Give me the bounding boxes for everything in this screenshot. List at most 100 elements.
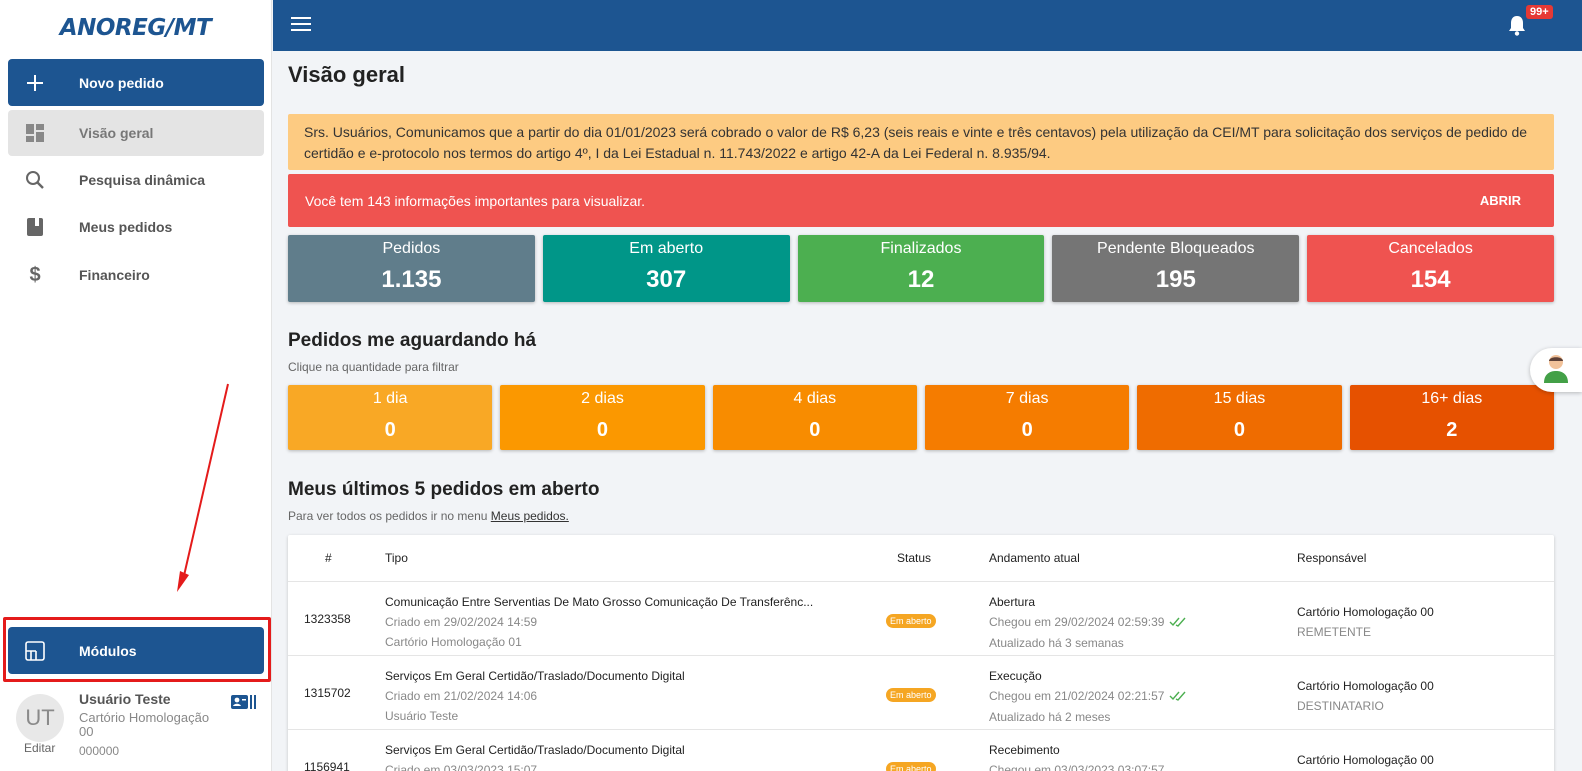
order-id: 1156941 [304,760,350,771]
bucket-value: 0 [596,419,609,441]
hamburger-menu-icon[interactable] [291,16,311,37]
wait-bucket-4-days[interactable]: 4 dias 0 [712,385,917,450]
order-type-cell: Serviços Em Geral Certidão/Traslado/Docu… [385,666,685,726]
order-arrived: Chegou em 29/02/2024 02:59:39 [989,615,1165,629]
table-row[interactable]: 1323358 Comunicação Entre Serventias De … [288,581,1554,655]
recent-section-subtitle: Para ver todos os pedidos ir no menu Meu… [288,509,569,523]
status-badge: Em aberto [886,762,936,771]
user-name: Usuário Teste [79,691,171,707]
stat-value: 154 [1410,266,1451,293]
bucket-label: 2 dias [581,390,624,407]
book-icon [8,217,62,237]
waiting-section-subtitle: Clique na quantidade para filtrar [288,360,459,374]
new-order-button[interactable]: Novo pedido [8,59,264,106]
recent-orders-table: # Tipo Status Andamento atual Responsáve… [288,535,1554,771]
status-badge: Em aberto [886,614,936,628]
col-header-status[interactable]: Status [897,551,931,565]
bucket-value: 0 [809,419,821,441]
stat-label: Cancelados [1388,240,1473,257]
order-creator: Cartório Homologação 01 [385,635,522,649]
order-progress-cell: Execução Chegou em 21/02/2024 02:21:57 A… [989,666,1187,727]
table-row[interactable]: 1315702 Serviços Em Geral Certidão/Trasl… [288,655,1554,729]
order-responsible-cell: Cartório Homologação 00 [1297,750,1434,770]
col-header-type[interactable]: Tipo [385,551,408,565]
sidebar-item-label: Pesquisa dinâmica [79,172,206,188]
user-block: UT Editar Usuário Teste Cartório Homolog… [0,686,272,771]
order-type: Serviços Em Geral Certidão/Traslado/Docu… [385,669,685,683]
stat-label: Pedidos [382,240,441,257]
stat-value: 1.135 [381,266,442,293]
billing-notice: Srs. Usuários, Comunicamos que a partir … [288,114,1554,170]
dashboard-icon [8,123,62,143]
bucket-label: 7 dias [1005,390,1049,407]
wait-bucket-7-days[interactable]: 7 dias 0 [924,385,1130,450]
wait-bucket-16-plus-days[interactable]: 16+ dias 2 [1349,385,1554,450]
order-id: 1315702 [304,686,351,700]
col-header-id[interactable]: # [325,551,332,565]
sidebar-item-label: Visão geral [79,125,154,141]
important-info-alert: Você tem 143 informações importantes par… [288,174,1554,227]
stat-value: 12 [907,266,935,293]
responsible-role: REMETENTE [1297,625,1372,639]
logo: ANOREG/MT [59,15,212,41]
dollar-icon: $ [29,263,41,286]
topbar: 99+ [273,0,1582,51]
stat-value: 195 [1155,266,1196,293]
order-progress-cell: Abertura Chegou em 29/02/2024 02:59:39 A… [989,592,1187,653]
bell-icon[interactable] [1507,14,1527,41]
waiting-buckets: 1 dia 0 2 dias 0 4 dias 0 7 dias 0 15 dias 0 … [288,385,1554,450]
order-id: 1323358 [304,612,351,626]
sidebar-item-finance[interactable]: $ Financeiro [8,252,264,298]
order-created: Criado em 03/03/2023 15:07 [385,763,538,771]
page-title: Visão geral [288,62,405,87]
sidebar-item-my-orders[interactable]: Meus pedidos [8,204,264,250]
bucket-label: 15 dias [1213,390,1266,407]
order-responsible-cell: Cartório Homologação 00 REMETENTE [1297,602,1434,642]
edit-profile-link[interactable]: Editar [24,741,55,755]
open-alert-button[interactable]: ABRIR [1480,193,1521,208]
order-stage: Recebimento [989,743,1060,757]
wait-bucket-1-day[interactable]: 1 dia 0 [288,385,493,450]
order-arrived: Chegou em 03/03/2023 03:07:57 [989,763,1165,771]
sidebar-item-search[interactable]: Pesquisa dinâmica [8,157,264,203]
user-code: 000000 [79,744,120,758]
col-header-responsible[interactable]: Responsável [1297,551,1366,565]
sidebar-item-overview[interactable]: Visão geral [8,110,264,156]
order-updated: Atualizado há 2 meses [989,709,1111,724]
user-org: Cartório Homologação 00 [79,710,210,739]
stat-card-pending-blocked[interactable]: Pendente Bloqueados 195 [1052,235,1300,302]
order-created: Criado em 21/02/2024 14:06 [385,689,538,703]
responsible-name: Cartório Homologação 00 [1297,679,1434,693]
stat-card-cancelled[interactable]: Cancelados 154 [1307,235,1554,302]
sidebar: ANOREG/MT Novo pedido Visão geral Pesqui… [0,0,272,771]
stat-card-finished[interactable]: Finalizados 12 [797,235,1045,302]
order-type-cell: Serviços Em Geral Certidão/Traslado/Docu… [385,740,685,771]
annotation-highlight-box [3,617,271,682]
order-progress-cell: Recebimento Chegou em 03/03/2023 03:07:5… [989,740,1164,771]
order-type-cell: Comunicação Entre Serventias De Mato Gro… [385,592,813,652]
order-stage: Execução [989,669,1042,683]
bucket-value: 2 [1446,419,1458,441]
bucket-label: 4 dias [793,390,837,407]
waiting-section-title: Pedidos me aguardando há [288,330,537,351]
wait-bucket-2-days[interactable]: 2 dias 0 [500,385,705,450]
order-type: Comunicação Entre Serventias De Mato Gro… [385,595,814,609]
stat-card-open[interactable]: Em aberto 307 [542,235,790,302]
id-card-icon[interactable] [231,694,257,715]
stat-label: Em aberto [629,240,704,257]
order-responsible-cell: Cartório Homologação 00 DESTINATARIO [1297,676,1434,716]
table-row[interactable]: 1156941 Serviços Em Geral Certidão/Trasl… [288,729,1554,771]
bucket-value: 0 [1021,419,1033,441]
new-order-label: Novo pedido [79,74,164,91]
stat-card-orders[interactable]: Pedidos 1.135 [288,235,535,302]
recent-subtitle-text: Para ver todos os pedidos ir no menu [288,509,491,523]
my-orders-link[interactable]: Meus pedidos. [491,509,569,523]
responsible-name: Cartório Homologação 00 [1297,753,1434,767]
status-badge: Em aberto [886,688,936,702]
wait-bucket-15-days[interactable]: 15 dias 0 [1137,385,1342,450]
recent-section-title: Meus últimos 5 pedidos em aberto [288,479,600,500]
col-header-progress[interactable]: Andamento atual [989,551,1080,565]
support-agent-tab[interactable] [1530,348,1582,392]
avatar[interactable]: UT [16,694,64,742]
alert-text: Você tem 143 informações importantes par… [305,192,646,209]
